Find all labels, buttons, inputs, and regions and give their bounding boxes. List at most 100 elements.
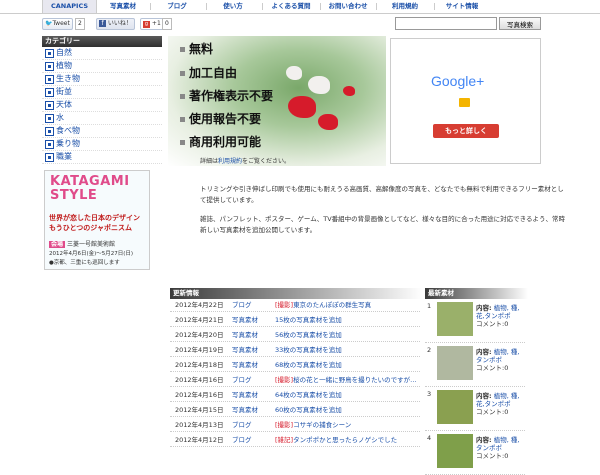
update-row: 2012年4月16日 写真素材 64枚の写真素材を追加	[170, 390, 420, 402]
white-flower	[286, 66, 302, 80]
update-category-link[interactable]: 写真素材	[232, 315, 258, 326]
tweet-button[interactable]: 🐦Tweet	[42, 18, 73, 30]
category-item-food[interactable]: 食べ物	[42, 125, 162, 138]
update-category-link[interactable]: 写真素材	[232, 360, 258, 371]
update-title-link[interactable]: [撮影]コサギの捕食シーン	[275, 420, 351, 431]
nav-item-terms[interactable]: 利用規約	[378, 0, 432, 13]
category-item-nature[interactable]: 自然	[42, 47, 162, 60]
material-number: 4	[427, 434, 432, 442]
category-item-streets[interactable]: 街並	[42, 86, 162, 99]
square-bullet-icon	[45, 49, 54, 58]
material-number: 2	[427, 346, 432, 354]
nav-item-blog[interactable]: ブログ	[152, 0, 202, 13]
update-title-link[interactable]: 60枚の写真素材を追加	[275, 405, 342, 416]
update-category-link[interactable]: ブログ	[232, 375, 252, 386]
category-label: 乗り物	[56, 139, 80, 148]
nav-item-faq[interactable]: よくある質問	[264, 0, 318, 13]
update-tag: [撮影]	[275, 376, 294, 384]
update-category-link[interactable]: 写真素材	[232, 345, 258, 356]
update-title-link[interactable]: 15枚の写真素材を追加	[275, 315, 342, 326]
category-label: 街並	[56, 87, 72, 96]
google-plus-ad[interactable]: Google+ もっと詳しく	[390, 38, 541, 164]
gplus-button[interactable]: g +1	[140, 18, 164, 30]
red-flower	[343, 86, 355, 96]
nav-divider	[376, 3, 377, 10]
category-item-plants[interactable]: 植物	[42, 60, 162, 73]
update-category-link[interactable]: 写真素材	[232, 390, 258, 401]
update-title-link[interactable]: [撮影]桜の花と一緒に野鳥を撮りたいのですが…	[275, 375, 417, 386]
material-comments: コメント:0	[476, 408, 509, 416]
banner-venue: 会場 三菱一号館美術館	[49, 241, 115, 248]
material-number: 3	[427, 390, 432, 398]
update-title-link[interactable]: [雑記]タンポポかと思ったらノゲシでした	[275, 435, 397, 446]
material-card: 1 内容: 植物, 種,花,タンポポ コメント:0	[425, 300, 525, 343]
update-title-link[interactable]: 68枚の写真素材を追加	[275, 360, 342, 371]
category-label: 天体	[56, 100, 72, 109]
category-item-celestial[interactable]: 天体	[42, 99, 162, 112]
update-row: 2012年4月18日 写真素材 68枚の写真素材を追加	[170, 360, 420, 372]
category-label: 生き物	[56, 74, 80, 83]
new-materials-header: 最新素材	[425, 288, 528, 299]
katagami-banner[interactable]: KATAGAMI STYLE 世界が恋した日本のデザイン もうひとつのジャポニスム …	[44, 170, 150, 270]
material-thumbnail[interactable]	[437, 390, 473, 424]
category-sidebar: カテゴリー 自然 植物 生き物 街並 天体 水 食べ物 乗り物 職業	[42, 36, 162, 164]
like-label: いいね！	[107, 20, 132, 27]
material-thumbnail[interactable]	[437, 434, 473, 468]
update-row: 2012年4月19日 写真素材 33枚の写真素材を追加	[170, 345, 420, 357]
category-item-water[interactable]: 水	[42, 112, 162, 125]
update-date: 2012年4月19日	[175, 346, 224, 354]
update-title-link[interactable]: [撮影]東京のたんぽぽの群生写真	[275, 300, 371, 311]
update-title-link[interactable]: 56枚の写真素材を追加	[275, 330, 342, 341]
update-category-link[interactable]: 写真素材	[232, 405, 258, 416]
tweet-count: 2	[75, 18, 85, 30]
material-card: 3 内容: 植物, 種,花,タンポポ コメント:0	[425, 388, 525, 431]
square-bullet-icon	[45, 75, 54, 84]
nav-item-photos[interactable]: 写真素材	[98, 0, 148, 13]
material-info: 内容: 植物, 種,花,タンポポ コメント:0	[476, 304, 520, 328]
update-tag: [撮影]	[275, 301, 294, 309]
search-input[interactable]	[395, 17, 497, 30]
nav-item-howto[interactable]: 使い方	[208, 0, 258, 13]
update-category-link[interactable]: ブログ	[232, 300, 252, 311]
update-row: 2012年4月12日 ブログ [雑記]タンポポかと思ったらノゲシでした	[170, 435, 420, 447]
update-tag: [雑記]	[275, 436, 294, 444]
update-title-link[interactable]: 33枚の写真素材を追加	[275, 345, 342, 356]
update-title-link[interactable]: 64枚の写真素材を追加	[275, 390, 342, 401]
update-date: 2012年4月13日	[175, 421, 224, 429]
learn-more-button[interactable]: もっと詳しく	[433, 124, 499, 138]
category-item-creatures[interactable]: 生き物	[42, 73, 162, 86]
category-label: 食べ物	[56, 126, 80, 135]
material-number: 1	[427, 302, 432, 310]
category-item-vehicles[interactable]: 乗り物	[42, 138, 162, 151]
category-label: 植物	[56, 61, 72, 70]
like-button[interactable]: f いいね！	[96, 18, 135, 30]
material-thumbnail[interactable]	[437, 346, 473, 380]
nav-divider	[150, 3, 151, 10]
nav-divider	[262, 3, 263, 10]
intro-paragraph-1: トリミングや引き伸ばし印刷でも使用にも耐えうる高画質、高解像度の写真を、どなたで…	[200, 185, 564, 204]
updates-header: 更新情報	[170, 288, 423, 299]
terms-link[interactable]: 利用規約	[218, 158, 242, 165]
square-bullet-icon	[45, 140, 54, 149]
category-title: カテゴリー	[42, 36, 162, 47]
nav-item-home[interactable]: CANAPICS	[42, 0, 97, 13]
update-date: 2012年4月12日	[175, 436, 224, 444]
update-category-link[interactable]: 写真素材	[232, 330, 258, 341]
red-flower	[288, 96, 316, 118]
facebook-icon: f	[99, 20, 106, 27]
material-thumbnail[interactable]	[437, 302, 473, 336]
material-info: 内容: 植物, 種,タンポポ コメント:0	[476, 436, 520, 460]
search-button[interactable]: 写真検索	[499, 17, 541, 30]
feature-free: 無料	[180, 40, 213, 57]
update-row: 2012年4月21日 写真素材 15枚の写真素材を追加	[170, 315, 420, 327]
feature-no-report: 使用報告不要	[180, 110, 261, 127]
nav-item-contact[interactable]: お問い合わせ	[322, 0, 374, 13]
banner-dates: 2012年4月6日(金)～5月27日(日)	[49, 251, 134, 257]
nav-item-about[interactable]: サイト情報	[436, 0, 488, 13]
feature-commercial: 商用利用可能	[180, 133, 261, 150]
category-item-jobs[interactable]: 職業	[42, 151, 162, 164]
nav-divider	[206, 3, 207, 10]
update-category-link[interactable]: ブログ	[232, 435, 252, 446]
update-date: 2012年4月21日	[175, 316, 224, 324]
update-category-link[interactable]: ブログ	[232, 420, 252, 431]
